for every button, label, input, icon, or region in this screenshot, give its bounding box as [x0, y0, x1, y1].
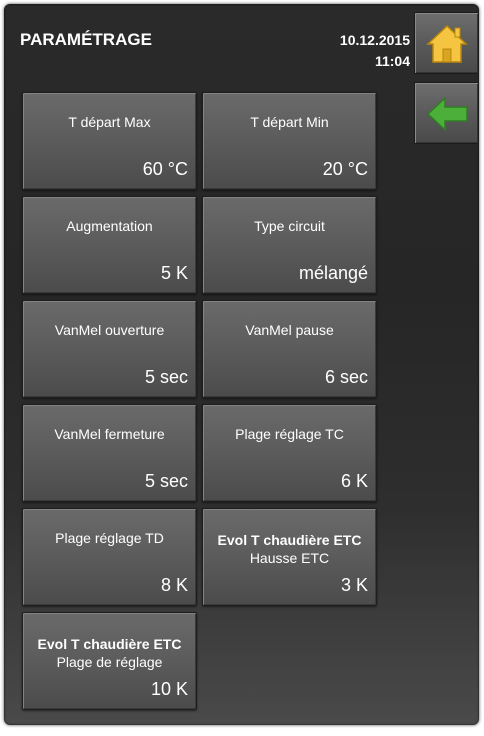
tile-value: 10 K [150, 679, 188, 699]
tile-augmentation[interactable]: Augmentation 5 K [22, 196, 197, 294]
tile-value: 6 K [340, 471, 368, 491]
time-display: 11:04 [374, 53, 410, 69]
tile-value: 20 °C [322, 159, 368, 179]
home-button[interactable] [414, 12, 479, 74]
tile-label: Plage réglage TD [55, 530, 164, 546]
screen: PARAMÉTRAGE 10.12.2015 11:04 T départ Ma… [4, 4, 479, 725]
page-title: PARAMÉTRAGE [20, 30, 152, 49]
tile-label: Augmentation [66, 218, 153, 234]
device-frame: PARAMÉTRAGE 10.12.2015 11:04 T départ Ma… [0, 0, 484, 736]
tile-value: 3 K [340, 575, 368, 595]
tile-plage-reglage-td[interactable]: Plage réglage TD 8 K [22, 508, 197, 606]
tile-label: VanMel pause [245, 322, 334, 338]
tile-label: Evol T chaudière ETC Plage de réglage [23, 635, 196, 671]
tile-label: T départ Max [68, 114, 151, 130]
tile-t-depart-max[interactable]: T départ Max 60 °C [22, 92, 197, 190]
tile-plage-reglage-tc[interactable]: Plage réglage TC 6 K [202, 404, 377, 502]
tile-label: Evol T chaudière ETC Hausse ETC [203, 531, 376, 567]
tile-value: 60 °C [142, 159, 188, 179]
home-icon [426, 24, 468, 63]
tile-t-depart-min[interactable]: T départ Min 20 °C [202, 92, 377, 190]
tile-type-circuit[interactable]: Type circuit mélangé [202, 196, 377, 294]
date-display: 10.12.2015 [339, 32, 410, 48]
tile-value: 6 sec [324, 367, 368, 387]
tile-label: VanMel fermeture [54, 426, 165, 442]
tile-evol-plage-reglage[interactable]: Evol T chaudière ETC Plage de réglage 10… [22, 612, 197, 710]
back-arrow-icon [426, 96, 468, 132]
tile-vanmel-pause[interactable]: VanMel pause 6 sec [202, 300, 377, 398]
tile-evol-hausse-etc[interactable]: Evol T chaudière ETC Hausse ETC 3 K [202, 508, 377, 606]
tile-label-sub: Hausse ETC [249, 550, 330, 566]
back-button[interactable] [414, 82, 479, 144]
tile-label-bold: Evol T chaudière ETC [37, 636, 182, 652]
tile-label-bold: Evol T chaudière ETC [217, 532, 362, 548]
tile-value: 8 K [160, 575, 188, 595]
tile-label: Plage réglage TC [235, 426, 344, 442]
tile-vanmel-ouverture[interactable]: VanMel ouverture 5 sec [22, 300, 197, 398]
tile-label: Type circuit [254, 218, 325, 234]
tile-value: 5 sec [144, 367, 188, 387]
tile-value: mélangé [298, 263, 368, 283]
tile-value: 5 sec [144, 471, 188, 491]
tile-vanmel-fermeture[interactable]: VanMel fermeture 5 sec [22, 404, 197, 502]
tile-label-sub: Plage de réglage [56, 654, 163, 670]
tile-label: VanMel ouverture [54, 322, 165, 338]
tile-value: 5 K [160, 263, 188, 283]
tile-label: T départ Min [250, 114, 329, 130]
